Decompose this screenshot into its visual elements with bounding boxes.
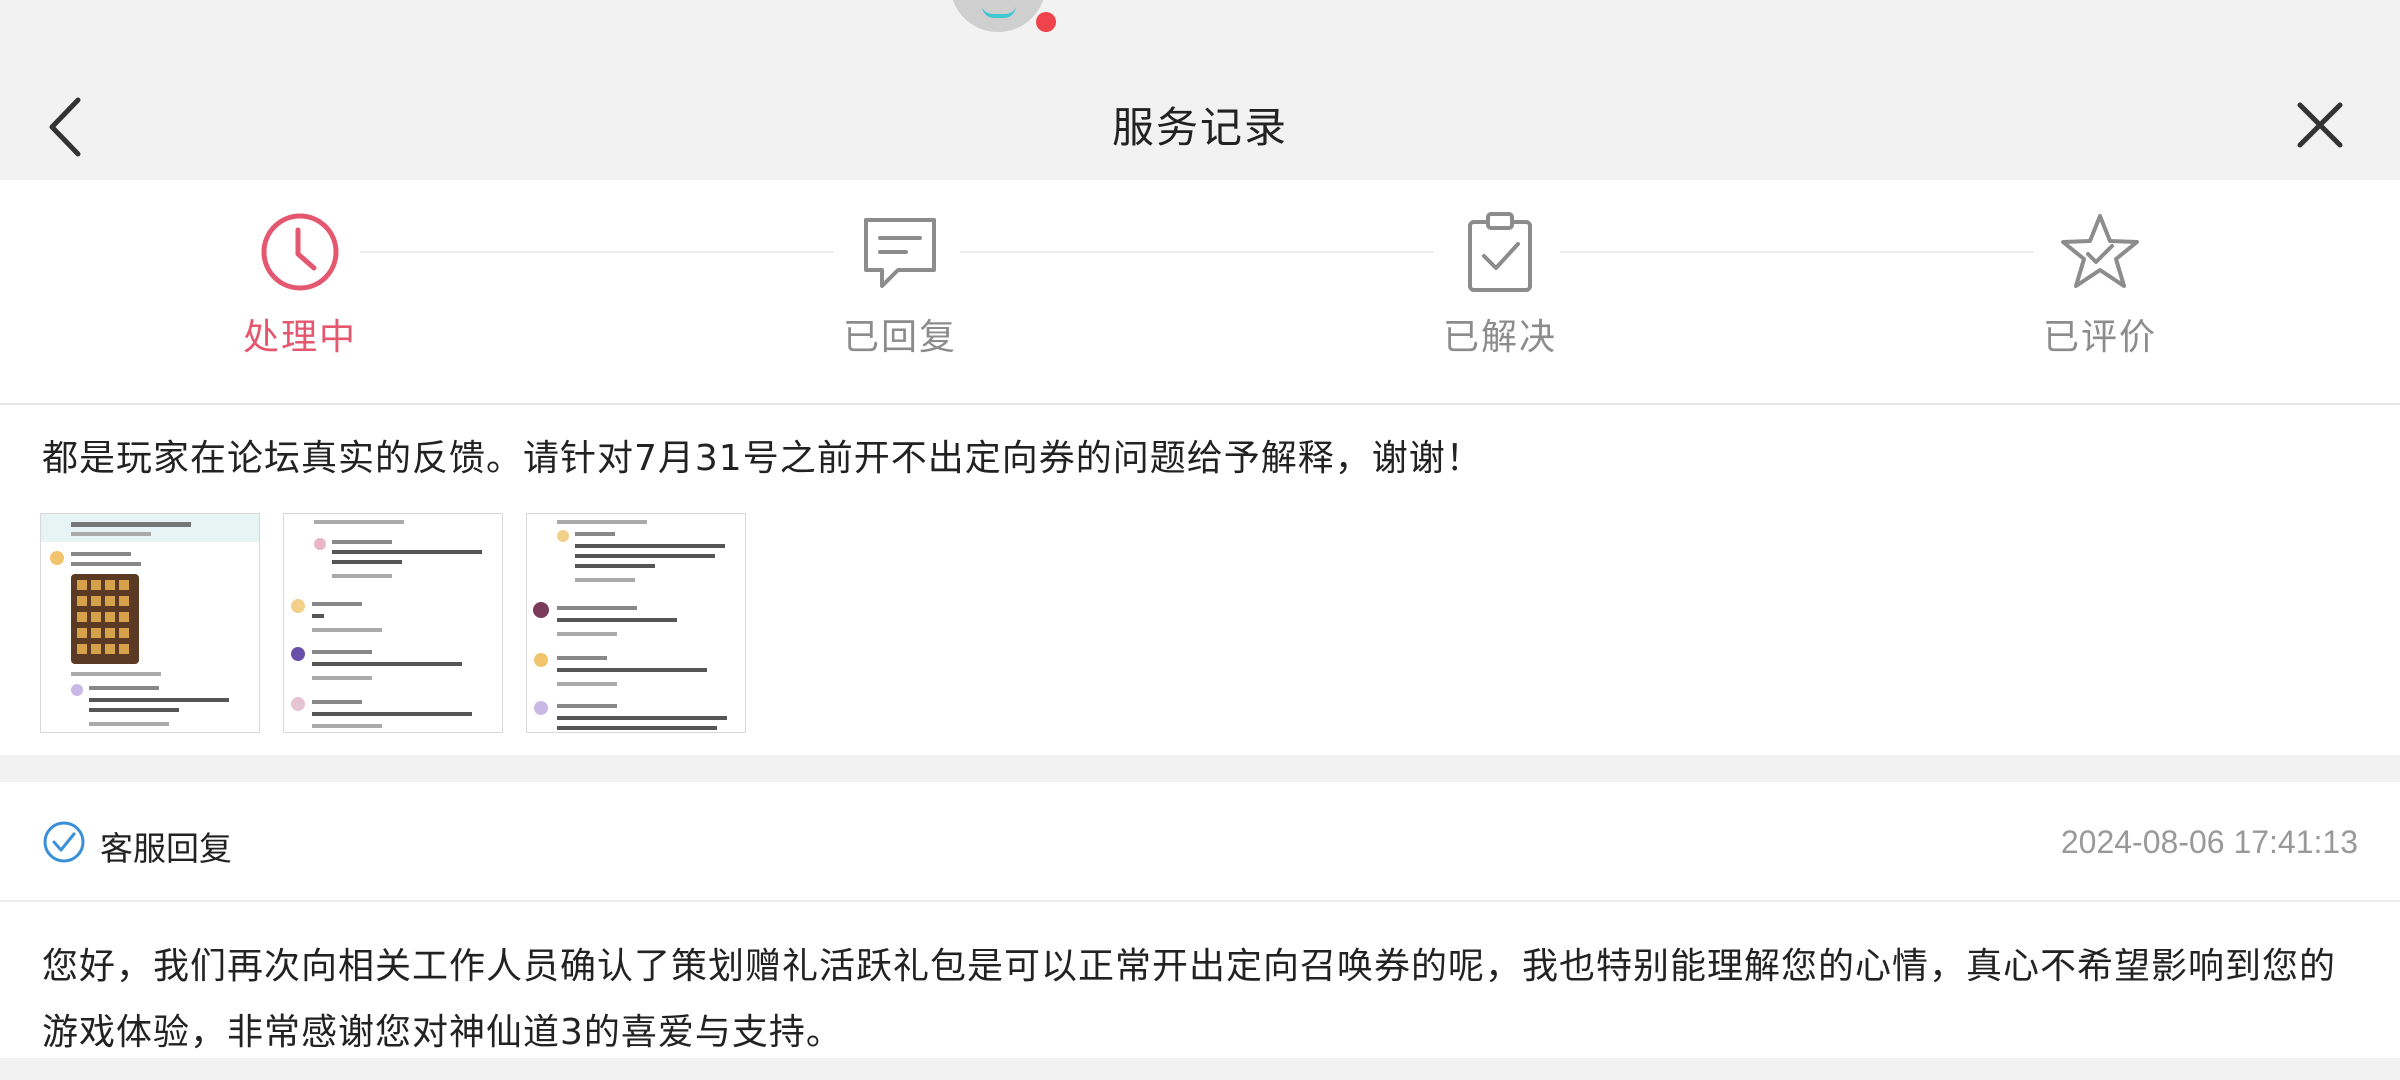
star-icon: [2061, 214, 2139, 288]
step-connector: [960, 251, 1434, 253]
reply-body: 您好，我们再次向相关工作人员确认了策划赠礼活跃礼包是可以正常开出定向召唤券的呢，…: [42, 946, 2337, 1053]
clipboard-check-icon: [1468, 212, 1532, 292]
step-resolved: 已解决: [1400, 210, 1600, 360]
close-icon: [2297, 102, 2343, 148]
close-button[interactable]: [2290, 95, 2350, 155]
step-replied: 已回复: [800, 210, 1000, 360]
step-label: 已解决: [1442, 317, 1557, 358]
bottom-spacer: [0, 1058, 2400, 1080]
progress-steps: 处理中 已回复 已解决 已评价: [0, 180, 2400, 405]
step-label: 已回复: [842, 317, 957, 358]
reply-card: 客服回复 2024-08-06 17:41:13 您好，我们再次向相关工作人员确…: [0, 782, 2400, 1080]
check-circle-icon: [43, 821, 85, 863]
step-processing: 处理中: [200, 210, 400, 360]
clock-icon: [261, 213, 339, 291]
page-title: 服务记录: [1111, 103, 1288, 152]
step-label: 已评价: [2042, 317, 2157, 358]
message-icon: [864, 218, 936, 288]
header: 服务记录: [0, 0, 2400, 180]
attachment-thumbnail-2[interactable]: [283, 513, 503, 733]
step-label: 处理中: [242, 317, 357, 358]
ticket-question: 都是玩家在论坛真实的反馈。请针对7月31号之前开不出定向券的问题给予解释，谢谢！: [42, 438, 1483, 479]
step-rated: 已评价: [2000, 210, 2200, 360]
step-connector: [1560, 251, 2034, 253]
attachment-thumbnail-1[interactable]: [40, 513, 260, 733]
reply-label: 客服回复: [100, 829, 232, 868]
attachment-thumbnail-3[interactable]: [526, 513, 746, 733]
reply-timestamp: 2024-08-06 17:41:13: [2060, 824, 2358, 860]
reply-header: 客服回复 2024-08-06 17:41:13: [0, 782, 2400, 902]
step-connector: [360, 251, 834, 253]
ticket-card: 都是玩家在论坛真实的反馈。请针对7月31号之前开不出定向券的问题给予解释，谢谢！: [0, 405, 2400, 755]
